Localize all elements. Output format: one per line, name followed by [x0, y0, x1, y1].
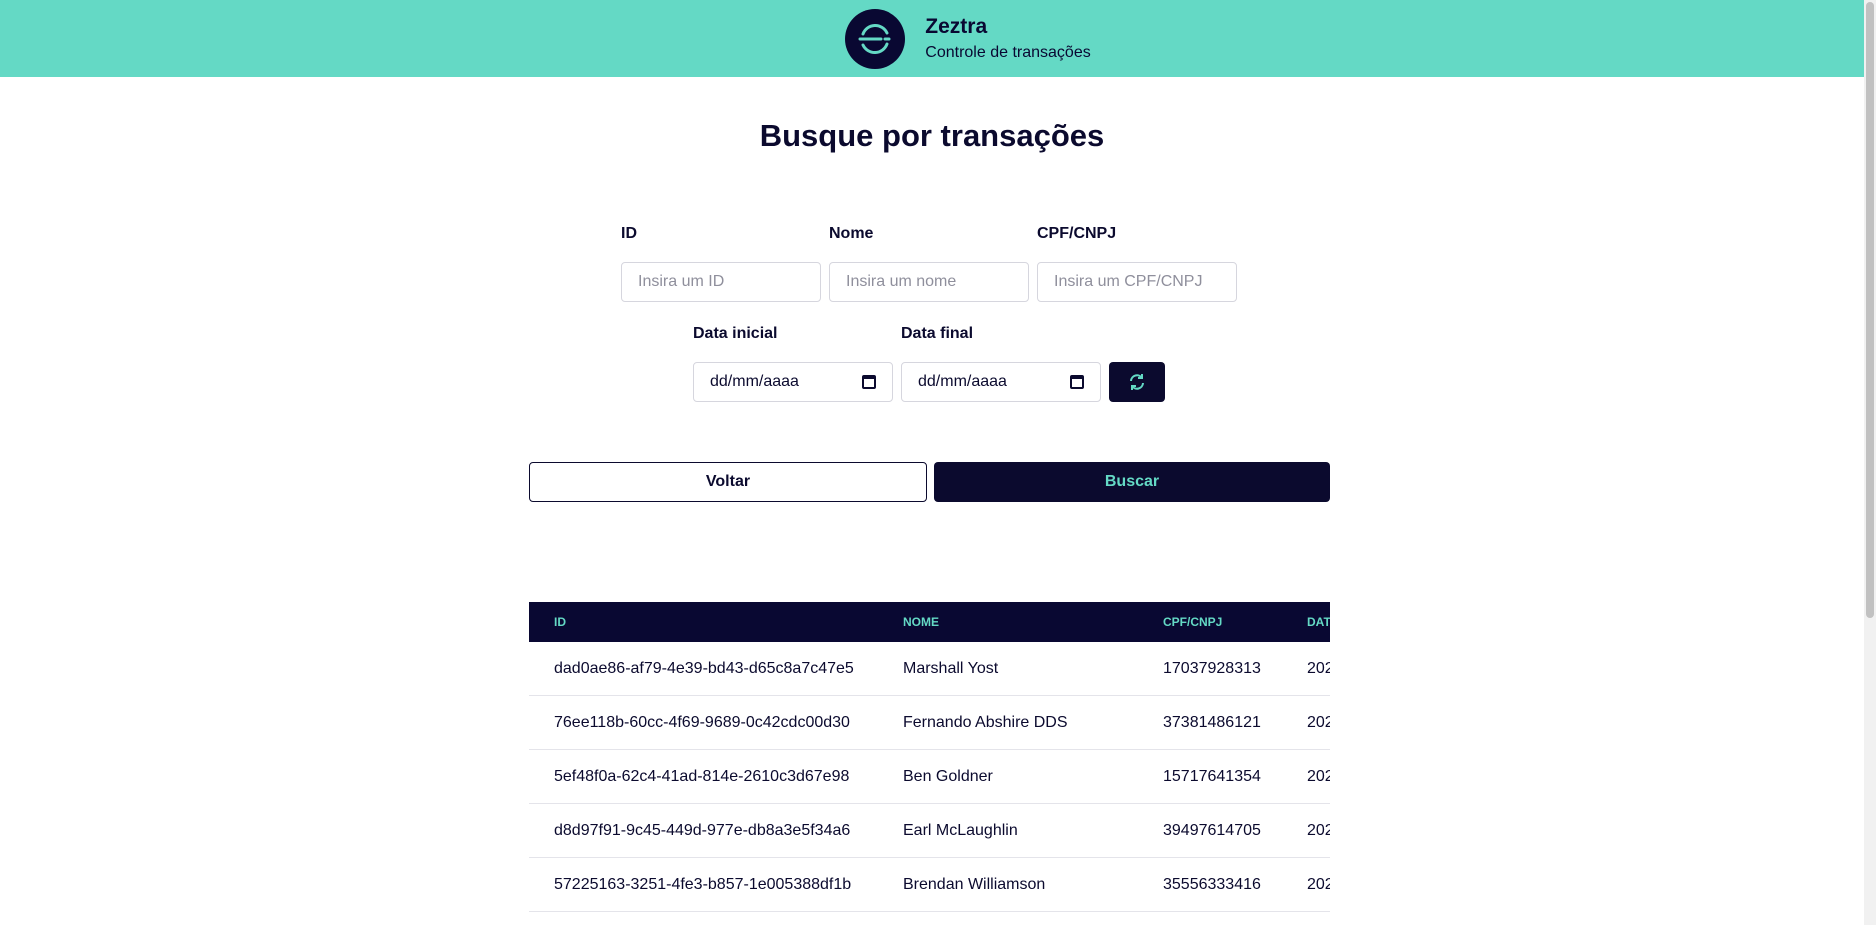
cell-doc: 39497614705: [1163, 822, 1261, 839]
table-row[interactable]: dad0ae86-af79-4e39-bd43-d65c8a7c47e5 Mar…: [529, 642, 1330, 696]
end-date-input[interactable]: dd/mm/aaaa: [901, 362, 1101, 402]
scrollbar-thumb[interactable]: [1866, 2, 1874, 618]
table-row[interactable]: 76ee118b-60cc-4f69-9689-0c42cdc00d30 Fer…: [529, 696, 1330, 750]
table-row[interactable]: d8d97f91-9c45-449d-977e-db8a3e5f34a6 Ear…: [529, 804, 1330, 858]
refresh-button[interactable]: [1109, 362, 1165, 402]
cell-doc: 15717641354: [1163, 768, 1261, 785]
refresh-icon: [1130, 374, 1144, 390]
doc-input[interactable]: Insira um CPF/CNPJ: [1037, 262, 1237, 302]
cell-name: Earl McLaughlin: [903, 822, 1018, 839]
name-label: Nome: [829, 225, 874, 242]
cell-name: Ben Goldner: [903, 768, 993, 785]
column-header-name[interactable]: NOME: [903, 602, 939, 642]
cell-date: 202: [1307, 714, 1330, 731]
cell-date: 202: [1307, 876, 1330, 893]
search-button[interactable]: Buscar: [934, 462, 1330, 502]
cell-name: Fernando Abshire DDS: [903, 714, 1068, 731]
id-input[interactable]: Insira um ID: [621, 262, 821, 302]
cell-doc: 35556333416: [1163, 876, 1261, 893]
id-label: ID: [621, 225, 637, 242]
cell-id: 76ee118b-60cc-4f69-9689-0c42cdc00d30: [554, 714, 850, 731]
cell-name: Marshall Yost: [903, 660, 999, 677]
cell-date: 202: [1307, 822, 1330, 839]
calendar-icon[interactable]: [1070, 375, 1084, 389]
start-date-input[interactable]: dd/mm/aaaa: [693, 362, 893, 402]
calendar-icon[interactable]: [862, 375, 876, 389]
column-header-id[interactable]: ID: [554, 602, 566, 642]
column-header-doc[interactable]: CPF/CNPJ: [1163, 602, 1222, 642]
back-button[interactable]: Voltar: [529, 462, 927, 502]
start-date-value: dd/mm/aaaa: [710, 373, 799, 390]
brand: Zeztra Controle de transações: [845, 8, 1091, 69]
brand-subtitle: Controle de transações: [925, 43, 1091, 61]
end-date-value: dd/mm/aaaa: [918, 373, 1007, 390]
table-row[interactable]: 5ef48f0a-62c4-41ad-814e-2610c3d67e98 Ben…: [529, 750, 1330, 804]
column-header-date[interactable]: DAT: [1307, 602, 1330, 642]
cell-doc: 37381486121: [1163, 714, 1261, 731]
cell-date: 202: [1307, 768, 1330, 785]
doc-input-placeholder: Insira um CPF/CNPJ: [1054, 273, 1203, 290]
table-row[interactable]: 57225163-3251-4fe3-b857-1e005388df1b Bre…: [529, 858, 1330, 912]
brand-name: Zeztra: [925, 14, 988, 38]
transactions-table: ID NOME CPF/CNPJ DAT dad0ae86-af79-4e39-…: [529, 602, 1330, 925]
cell-date: 202: [1307, 660, 1330, 677]
zeztra-logo-icon: [845, 8, 906, 69]
page-scrollbar[interactable]: [1864, 0, 1876, 925]
cell-id: d8d97f91-9c45-449d-977e-db8a3e5f34a6: [554, 822, 851, 839]
name-input-placeholder: Insira um nome: [846, 273, 957, 290]
app-header: Zeztra Controle de transações: [0, 0, 1864, 77]
table-header: ID NOME CPF/CNPJ DAT: [529, 602, 1330, 642]
cell-id: 5ef48f0a-62c4-41ad-814e-2610c3d67e98: [554, 768, 850, 785]
doc-label: CPF/CNPJ: [1037, 225, 1117, 242]
id-input-placeholder: Insira um ID: [638, 273, 725, 290]
cell-name: Brendan Williamson: [903, 876, 1046, 893]
page-title: Busque por transações: [759, 118, 1105, 153]
cell-doc: 17037928313: [1163, 660, 1261, 677]
cell-id: 57225163-3251-4fe3-b857-1e005388df1b: [554, 876, 852, 893]
brand-text: Zeztra Controle de transações: [925, 14, 1090, 64]
end-date-label: Data final: [901, 325, 974, 342]
name-input[interactable]: Insira um nome: [829, 262, 1029, 302]
cell-id: dad0ae86-af79-4e39-bd43-d65c8a7c47e5: [554, 660, 854, 677]
start-date-label: Data inicial: [693, 325, 778, 342]
